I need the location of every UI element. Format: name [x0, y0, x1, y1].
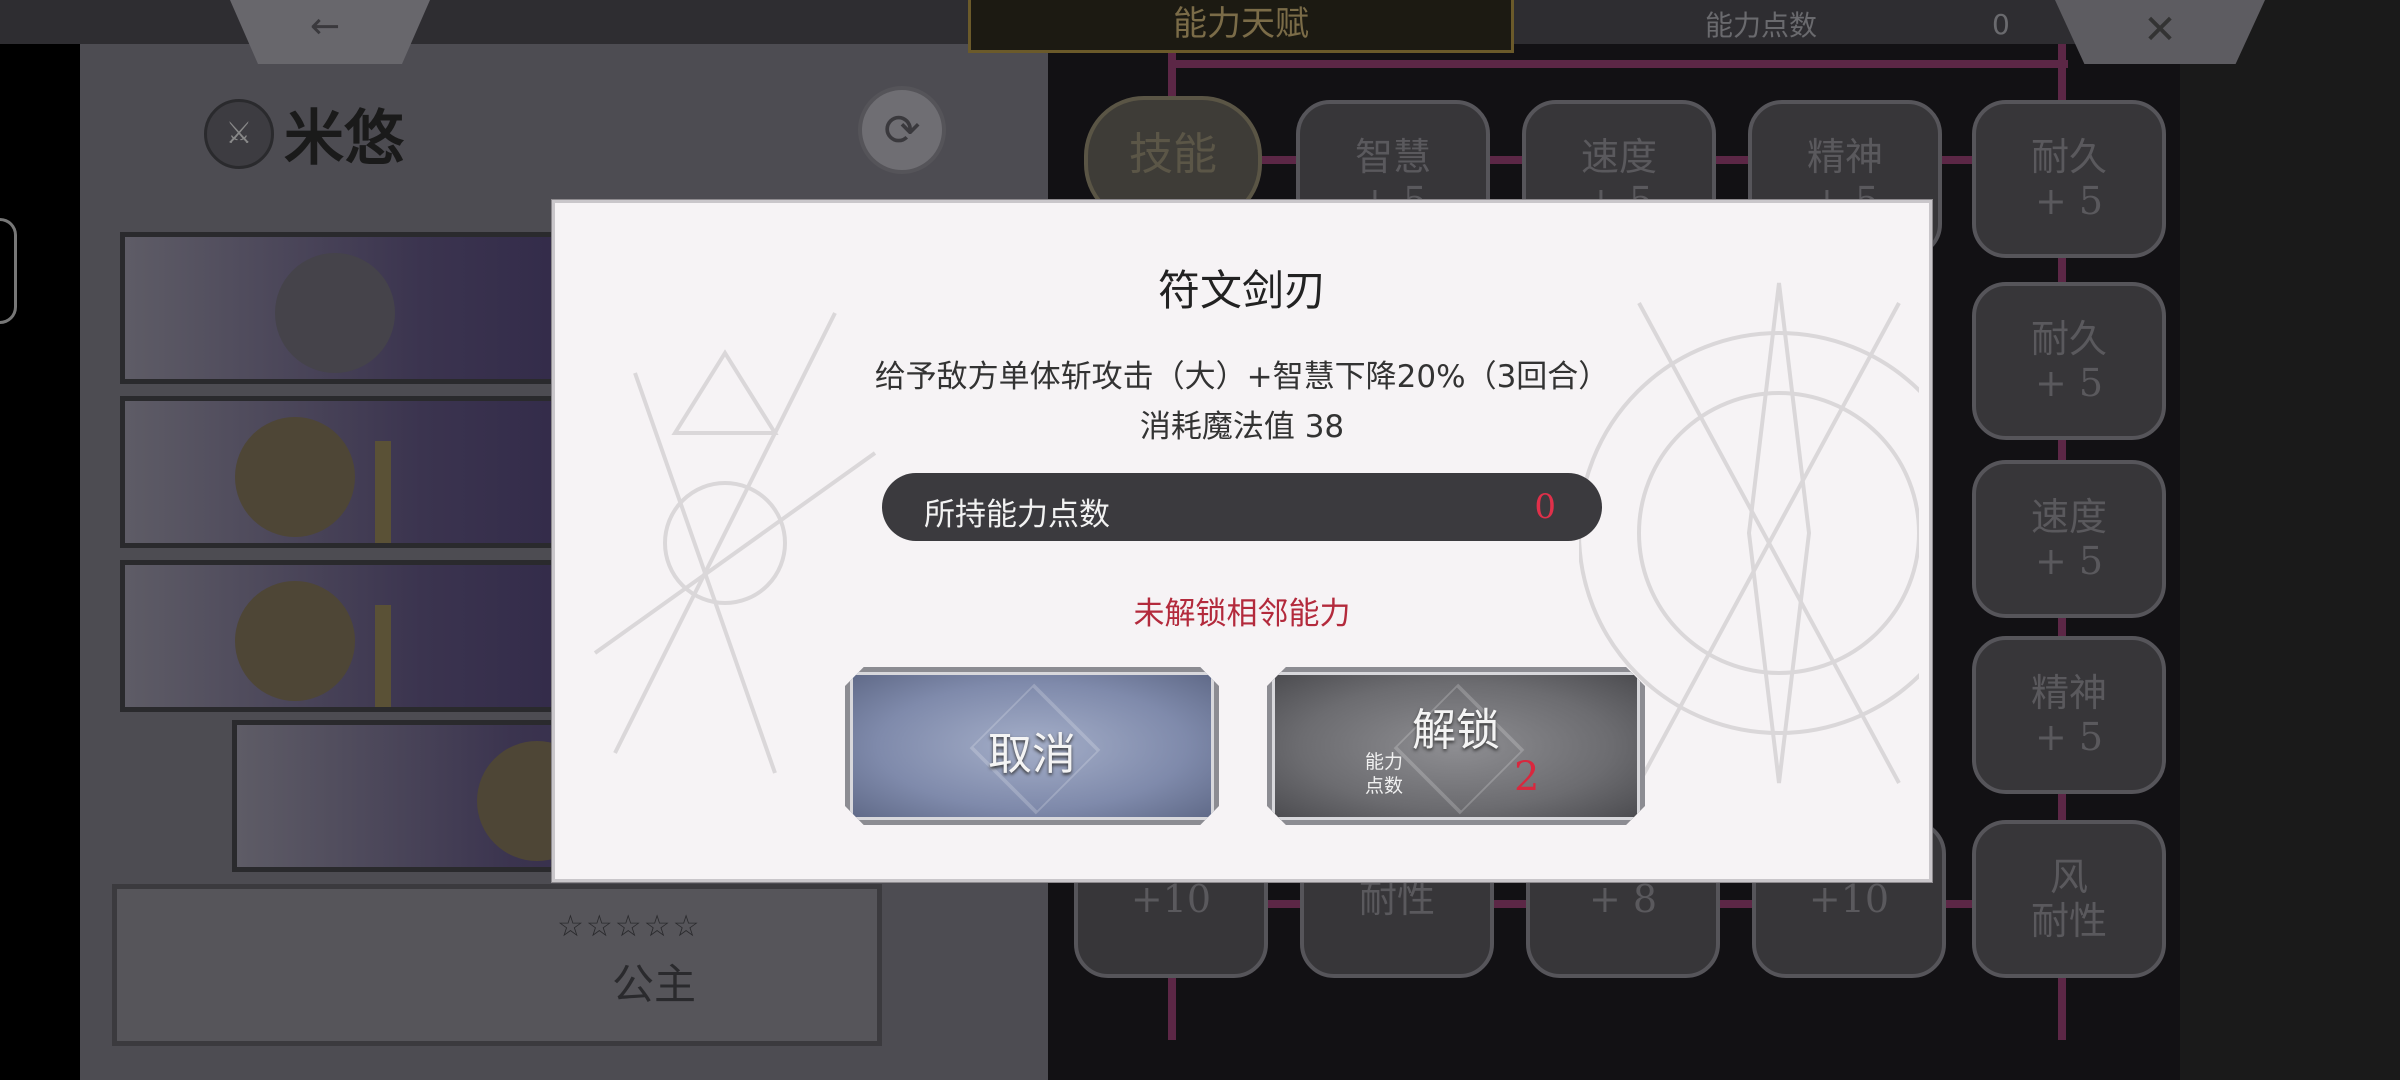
unlock-button-label: 解锁: [1412, 705, 1500, 756]
owned-points-value: 0: [1534, 487, 1556, 527]
owned-points-label: 所持能力点数: [924, 497, 1110, 533]
dialog-title: 符文剑刃: [1157, 266, 1326, 315]
cancel-button[interactable]: 取消: [845, 667, 1219, 825]
skill-description: 给予敌方单体斩攻击（大）+智慧下降20%（3回合）: [874, 359, 1610, 395]
cancel-button-label: 取消: [988, 729, 1076, 780]
mana-cost: 消耗魔法值 38: [1139, 409, 1345, 445]
unlock-cost-label: 能力 点数: [1364, 751, 1403, 797]
owned-points-bar: 所持能力点数 0: [882, 473, 1602, 541]
unlock-cost-value: 2: [1514, 754, 1540, 800]
unlock-warning: 未解锁相邻能力: [1133, 596, 1351, 632]
unlock-button[interactable]: 解锁 能力 点数 2: [1267, 667, 1645, 825]
unlock-skill-dialog: 符文剑刃 给予敌方单体斩攻击（大）+智慧下降20%（3回合） 消耗魔法值 38 …: [552, 200, 1932, 882]
